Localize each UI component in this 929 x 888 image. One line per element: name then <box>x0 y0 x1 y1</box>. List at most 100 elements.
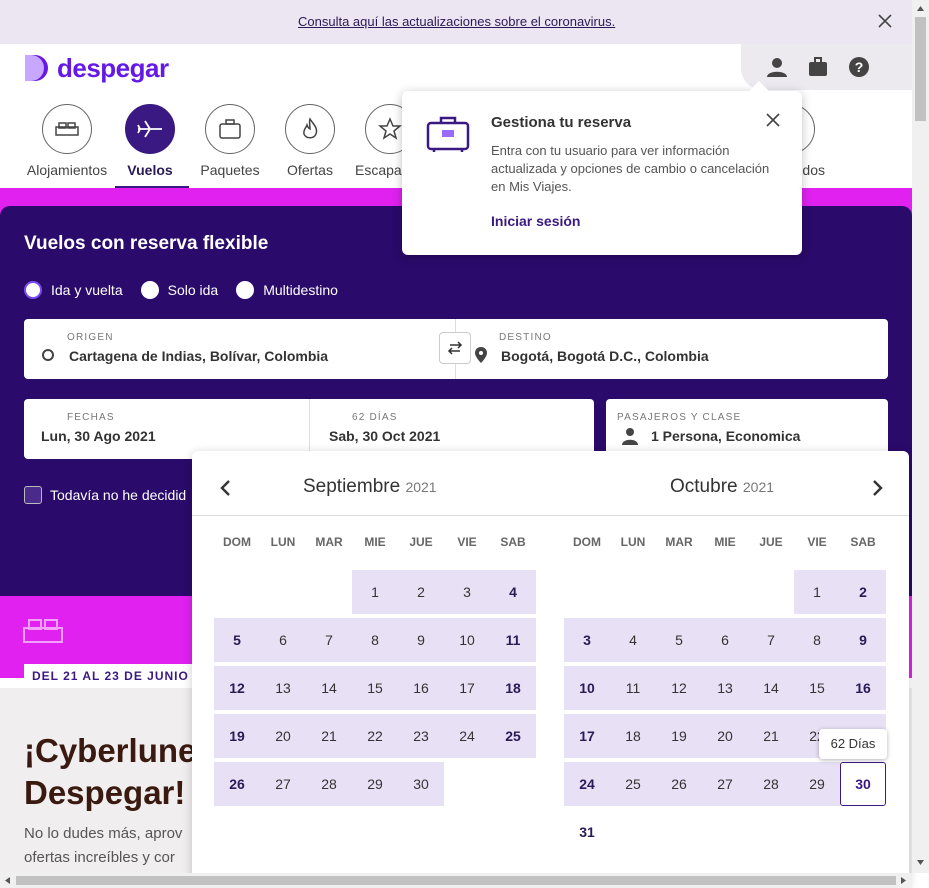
calendar-day[interactable]: 26 <box>656 762 702 806</box>
calendar-day[interactable]: 24 <box>444 714 490 758</box>
calendar-day[interactable]: 31 <box>564 810 610 854</box>
calendar-day[interactable]: 15 <box>794 666 840 710</box>
calendar-day[interactable]: 11 <box>490 618 536 662</box>
destination-input[interactable]: Bogotá, Bogotá D.C., Colombia <box>501 348 709 364</box>
radio-one-way[interactable] <box>140 281 159 299</box>
calendar-day[interactable]: 29 <box>794 762 840 806</box>
calendar-day[interactable]: 30 <box>398 762 444 806</box>
brand-logo[interactable]: despegar <box>25 53 169 83</box>
radio-label[interactable]: Ida y vuelta <box>51 282 123 298</box>
undecided-option[interactable]: Todavía no he decidid <box>24 486 186 504</box>
calendar-day[interactable]: 12 <box>656 666 702 710</box>
login-link[interactable]: Iniciar sesión <box>491 213 580 229</box>
calendar-day[interactable]: 4 <box>490 570 536 614</box>
calendar-day[interactable]: 3 <box>444 570 490 614</box>
airplane-icon <box>137 120 162 138</box>
calendar-day[interactable]: 18 <box>490 666 536 710</box>
calendar-day[interactable]: 2 <box>398 570 444 614</box>
calendar-day[interactable]: 3 <box>564 618 610 662</box>
chevron-left-icon[interactable] <box>219 479 233 497</box>
calendar-day[interactable]: 10 <box>444 618 490 662</box>
scroll-up-icon[interactable] <box>916 4 925 12</box>
radio-multi-destination[interactable] <box>236 281 255 299</box>
calendar-day[interactable]: 8 <box>352 618 398 662</box>
user-icon[interactable] <box>766 56 788 78</box>
calendar-day[interactable]: 1 <box>794 570 840 614</box>
swap-button[interactable] <box>439 332 471 364</box>
calendar-day[interactable]: 5 <box>656 618 702 662</box>
horizontal-scrollbar[interactable] <box>0 873 912 888</box>
vertical-scroll-thumb[interactable] <box>915 17 926 121</box>
calendar-day[interactable]: 27 <box>260 762 306 806</box>
close-icon[interactable] <box>764 111 782 129</box>
calendar-day[interactable]: 14 <box>306 666 352 710</box>
scroll-down-icon[interactable] <box>916 859 925 867</box>
vertical-scrollbar[interactable] <box>912 0 929 873</box>
close-icon[interactable] <box>876 12 894 30</box>
calendar-day[interactable]: 6 <box>260 618 306 662</box>
calendar-day[interactable]: 16 <box>398 666 444 710</box>
radio-round-trip[interactable] <box>24 281 42 299</box>
calendar-day[interactable]: 20 <box>702 714 748 758</box>
calendar-day[interactable]: 20 <box>260 714 306 758</box>
calendar-day[interactable]: 7 <box>748 618 794 662</box>
calendar-day[interactable]: 23 <box>398 714 444 758</box>
radio-label[interactable]: Solo ida <box>168 282 219 298</box>
calendar-day[interactable]: 26 <box>214 762 260 806</box>
suitcase-icon[interactable] <box>807 56 829 78</box>
calendar-day[interactable]: 9 <box>398 618 444 662</box>
calendar-day[interactable]: 11 <box>610 666 656 710</box>
calendar-day[interactable]: 13 <box>702 666 748 710</box>
calendar-day[interactable]: 25 <box>490 714 536 758</box>
return-date-input[interactable]: Sab, 30 Oct 2021 <box>329 428 440 444</box>
radio-label[interactable]: Multidestino <box>263 282 338 298</box>
calendar-day[interactable]: 16 <box>840 666 886 710</box>
calendar-day[interactable]: 24 <box>564 762 610 806</box>
passengers-field[interactable]: PASAJEROS Y CLASE 1 Persona, Economica <box>606 399 888 459</box>
nav-item-vuelos[interactable]: Vuelos <box>105 104 195 178</box>
calendar-day[interactable]: 4 <box>610 618 656 662</box>
calendar-day[interactable]: 1 <box>352 570 398 614</box>
calendar-day[interactable]: 14 <box>748 666 794 710</box>
horizontal-scroll-thumb[interactable] <box>16 876 896 885</box>
calendar-day[interactable]: 22 <box>352 714 398 758</box>
calendar-day[interactable]: 17 <box>564 714 610 758</box>
nav-item-paquetes[interactable]: Paquetes <box>185 104 275 178</box>
covid-update-link[interactable]: Consulta aquí las actualizaciones sobre … <box>298 14 615 29</box>
departure-date-input[interactable]: Lun, 30 Ago 2021 <box>41 428 156 444</box>
scroll-left-icon[interactable] <box>3 876 11 885</box>
calendar-day[interactable]: 18 <box>610 714 656 758</box>
nav-item-ofertas[interactable]: Ofertas <box>265 104 355 178</box>
weekday-header: SAB <box>850 535 876 549</box>
calendar-day[interactable]: 25 <box>610 762 656 806</box>
calendar-day[interactable]: 7 <box>306 618 352 662</box>
calendar-day[interactable]: 2 <box>840 570 886 614</box>
calendar-day[interactable]: 5 <box>214 618 260 662</box>
calendar-day[interactable]: 21 <box>306 714 352 758</box>
calendar-day[interactable]: 12 <box>214 666 260 710</box>
calendar-day[interactable]: 17 <box>444 666 490 710</box>
calendar-day[interactable]: 8 <box>794 618 840 662</box>
calendar-day[interactable]: 19 <box>214 714 260 758</box>
bed-decor-icon <box>23 619 63 643</box>
help-icon[interactable]: ? <box>848 56 870 78</box>
origin-input[interactable]: Cartagena de Indias, Bolívar, Colombia <box>69 348 328 364</box>
calendar-day[interactable]: 10 <box>564 666 610 710</box>
chevron-right-icon[interactable] <box>870 479 884 497</box>
calendar-day[interactable]: 27 <box>702 762 748 806</box>
form-title: Vuelos con reserva flexible <box>24 233 269 254</box>
calendar-day[interactable]: 9 <box>840 618 886 662</box>
calendar-day[interactable]: 6 <box>702 618 748 662</box>
calendar-day[interactable]: 30 <box>840 762 886 806</box>
calendar-day[interactable]: 15 <box>352 666 398 710</box>
calendar-day[interactable]: 28 <box>748 762 794 806</box>
scroll-right-icon[interactable] <box>900 876 908 885</box>
calendar-day[interactable]: 21 <box>748 714 794 758</box>
nav-item-alojamientos[interactable]: Alojamientos <box>22 104 112 178</box>
bed-icon <box>55 122 79 136</box>
calendar-day[interactable]: 29 <box>352 762 398 806</box>
calendar-day[interactable]: 19 <box>656 714 702 758</box>
undecided-checkbox[interactable] <box>24 486 42 504</box>
calendar-day[interactable]: 13 <box>260 666 306 710</box>
calendar-day[interactable]: 28 <box>306 762 352 806</box>
